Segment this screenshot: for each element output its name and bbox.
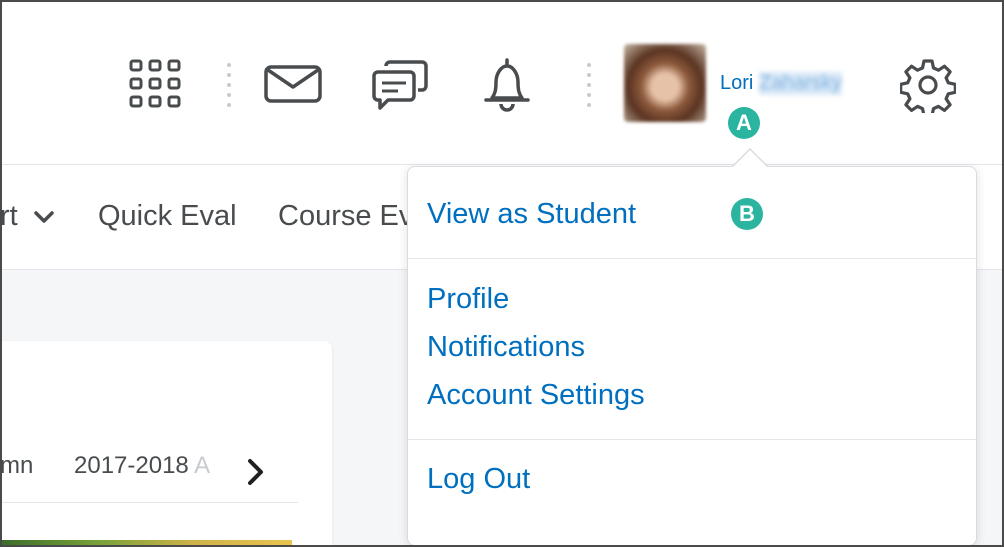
- card-term-faded: A: [194, 452, 211, 479]
- user-menu-button[interactable]: Lori Zaharsky: [720, 72, 842, 95]
- gear-icon[interactable]: [900, 57, 956, 113]
- card-term-label: 2017-2018 A: [74, 452, 210, 480]
- user-first-name: Lori: [720, 72, 754, 94]
- card-divider: [2, 502, 298, 503]
- menu-item-account-settings[interactable]: Account Settings: [427, 379, 645, 412]
- chevron-down-icon: [34, 211, 54, 224]
- header-separator: [227, 63, 231, 107]
- bell-icon[interactable]: [482, 56, 532, 112]
- header-separator: [587, 63, 591, 107]
- mail-icon[interactable]: [264, 65, 322, 103]
- menu-divider: [408, 439, 976, 440]
- user-last-name-redacted: Zaharsky: [759, 72, 842, 95]
- nav-item-course-eval-partial[interactable]: Course Ev: [278, 200, 413, 233]
- user-avatar[interactable]: [624, 44, 706, 122]
- course-card: [2, 341, 332, 545]
- browser-frame: Lori Zaharsky A rt Quick Eval Course Ev m…: [0, 0, 1004, 547]
- chat-icon[interactable]: [370, 56, 430, 112]
- menu-divider: [408, 258, 976, 259]
- card-term: 2017-2018: [74, 452, 189, 479]
- callout-badge-b: B: [731, 198, 763, 230]
- nav-item-quick-eval[interactable]: Quick Eval: [98, 200, 237, 233]
- menu-item-view-as-student[interactable]: View as Student: [427, 198, 636, 231]
- nav-item-report-partial[interactable]: rt: [0, 200, 54, 233]
- callout-badge-a: A: [728, 107, 760, 139]
- dropdown-caret-fill: [733, 150, 767, 167]
- menu-item-log-out[interactable]: Log Out: [427, 463, 530, 496]
- menu-item-notifications[interactable]: Notifications: [427, 331, 585, 364]
- course-card-image: [2, 540, 292, 545]
- menu-item-profile[interactable]: Profile: [427, 283, 509, 316]
- waffle-grid-icon[interactable]: [128, 58, 182, 110]
- nav-item-label: rt: [0, 200, 18, 232]
- card-left-text: mn: [0, 452, 34, 479]
- chevron-right-icon[interactable]: [246, 458, 266, 486]
